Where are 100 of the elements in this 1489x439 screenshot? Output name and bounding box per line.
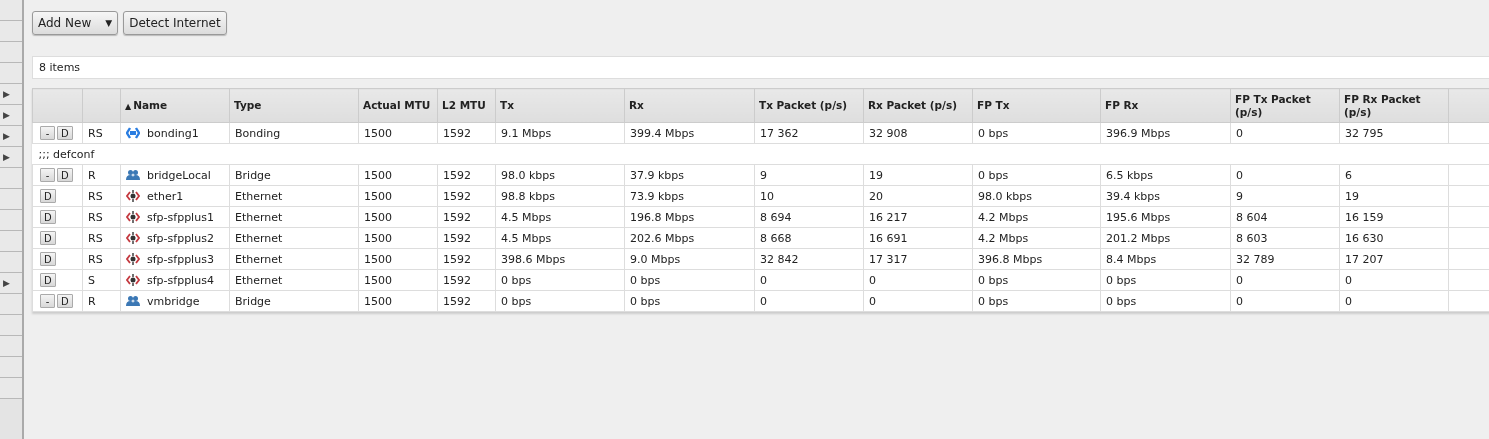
table-cell: Ethernet <box>229 248 359 270</box>
table-cell: 1500 <box>358 206 438 228</box>
comment-text: ;;; defconf <box>38 147 95 161</box>
row-action-button[interactable]: D <box>40 273 56 287</box>
column-header[interactable]: Tx <box>495 88 625 123</box>
sidebar-item[interactable] <box>0 21 22 42</box>
column-header[interactable]: Tx Packet (p/s) <box>754 88 864 123</box>
table-cell: 201.2 Mbps <box>1100 227 1231 249</box>
people-icon <box>126 169 140 181</box>
sidebar-item[interactable] <box>0 252 22 273</box>
column-header[interactable]: FP Rx <box>1100 88 1231 123</box>
sidebar-item[interactable] <box>0 210 22 231</box>
row-action-button[interactable]: D <box>40 189 56 203</box>
port-icon <box>126 189 140 203</box>
interface-name: bridgeLocal <box>147 168 211 182</box>
table-cell: 16 159 <box>1339 206 1449 228</box>
table-cell: 8 603 <box>1230 227 1340 249</box>
bonding-icon <box>126 127 140 139</box>
interface-name: bonding1 <box>147 126 199 140</box>
table-cell: 32 789 <box>1230 248 1340 270</box>
flags-cell: S <box>82 269 121 291</box>
column-header[interactable]: Actual MTU <box>358 88 438 123</box>
column-header[interactable]: Rx Packet (p/s) <box>863 88 973 123</box>
table-cell: 20 <box>863 185 973 207</box>
table-cell: 1500 <box>358 164 438 186</box>
table-cell: 396.8 Mbps <box>972 248 1101 270</box>
sidebar-item[interactable] <box>0 42 22 63</box>
table-cell: 1592 <box>437 248 496 270</box>
sidebar-item[interactable] <box>0 315 22 336</box>
row-action-button[interactable]: D <box>40 252 56 266</box>
table-cell: 0 <box>1230 122 1340 144</box>
column-header[interactable]: L2 MTU <box>437 88 496 123</box>
interface-name: vmbridge <box>147 294 200 308</box>
sidebar-item[interactable] <box>0 168 22 189</box>
sidebar-item[interactable]: ▶ <box>0 147 22 168</box>
table-cell: 1592 <box>437 227 496 249</box>
row-action-button[interactable]: - <box>40 126 55 140</box>
table-cell: 0 bps <box>624 269 755 291</box>
sidebar-item[interactable]: ▶ <box>0 273 22 294</box>
table-cell: 16 630 <box>1339 227 1449 249</box>
table-cell: 0 <box>863 269 973 291</box>
table-cell: Ethernet <box>229 206 359 228</box>
table-cell: 1592 <box>437 122 496 144</box>
row-action-button[interactable]: - <box>40 294 55 308</box>
table-cell: Bonding <box>229 122 359 144</box>
table-cell: 8 694 <box>754 206 864 228</box>
sidebar-item[interactable] <box>0 294 22 315</box>
table-cell: 0 <box>863 290 973 312</box>
column-header[interactable]: FP Tx Packet (p/s) <box>1230 88 1340 123</box>
column-header[interactable]: Type <box>229 88 359 123</box>
table-cell: 1592 <box>437 164 496 186</box>
table-cell: 0 <box>1339 290 1449 312</box>
table-cell: 0 <box>1230 269 1340 291</box>
interface-name: sfp-sfpplus2 <box>147 231 214 245</box>
toolbar-button[interactable]: Detect Internet <box>123 11 227 35</box>
sidebar-item[interactable]: ▶ <box>0 105 22 126</box>
table-cell: Bridge <box>229 164 359 186</box>
sidebar-item[interactable] <box>0 336 22 357</box>
sidebar-item[interactable] <box>0 378 22 399</box>
column-header[interactable]: Rx <box>624 88 755 123</box>
table-cell: 396.9 Mbps <box>1100 122 1231 144</box>
interface-name: sfp-sfpplus4 <box>147 273 214 287</box>
column-header[interactable]: FP Tx <box>972 88 1101 123</box>
column-header[interactable]: FP Rx Packet (p/s) <box>1339 88 1449 123</box>
row-action-button[interactable]: D <box>57 294 73 308</box>
table-cell: 1500 <box>358 290 438 312</box>
sidebar-item[interactable] <box>0 0 22 21</box>
sidebar-item[interactable] <box>0 63 22 84</box>
table-cell: 1500 <box>358 248 438 270</box>
sidebar-item[interactable]: ▶ <box>0 84 22 105</box>
item-count: 8 items <box>39 61 81 74</box>
row-action-button[interactable]: D <box>40 231 56 245</box>
table-cell: 39.4 kbps <box>1100 185 1231 207</box>
table-cell: 196.8 Mbps <box>624 206 755 228</box>
sidebar-item[interactable] <box>0 231 22 252</box>
row-action-button[interactable]: D <box>57 168 73 182</box>
table-cell: 0 bps <box>1100 290 1231 312</box>
sidebar-item[interactable]: ▶ <box>0 126 22 147</box>
row-action-button[interactable]: D <box>57 126 73 140</box>
table-cell: 8.4 Mbps <box>1100 248 1231 270</box>
flags-cell: RS <box>82 185 121 207</box>
table-cell: 0 <box>1339 269 1449 291</box>
table-cell: 6.5 kbps <box>1100 164 1231 186</box>
table-cell: 399.4 Mbps <box>624 122 755 144</box>
sidebar-item[interactable] <box>0 189 22 210</box>
table-cell: 1500 <box>358 185 438 207</box>
table-cell: 6 <box>1339 164 1449 186</box>
table-cell: 16 691 <box>863 227 973 249</box>
table-cell: 8 668 <box>754 227 864 249</box>
row-action-button[interactable]: - <box>40 168 55 182</box>
sidebar-item[interactable] <box>0 357 22 378</box>
table-cell: 4.5 Mbps <box>495 206 625 228</box>
table-cell: 9.1 Mbps <box>495 122 625 144</box>
port-icon <box>126 210 140 224</box>
column-header[interactable]: ▲ Name <box>120 88 230 123</box>
table-cell: 0 bps <box>495 269 625 291</box>
add-new-button[interactable]: Add New ▼ <box>32 11 119 35</box>
table-cell: 0 <box>1230 290 1340 312</box>
row-action-button[interactable]: D <box>40 210 56 224</box>
table-cell: 98.0 kbps <box>972 185 1101 207</box>
